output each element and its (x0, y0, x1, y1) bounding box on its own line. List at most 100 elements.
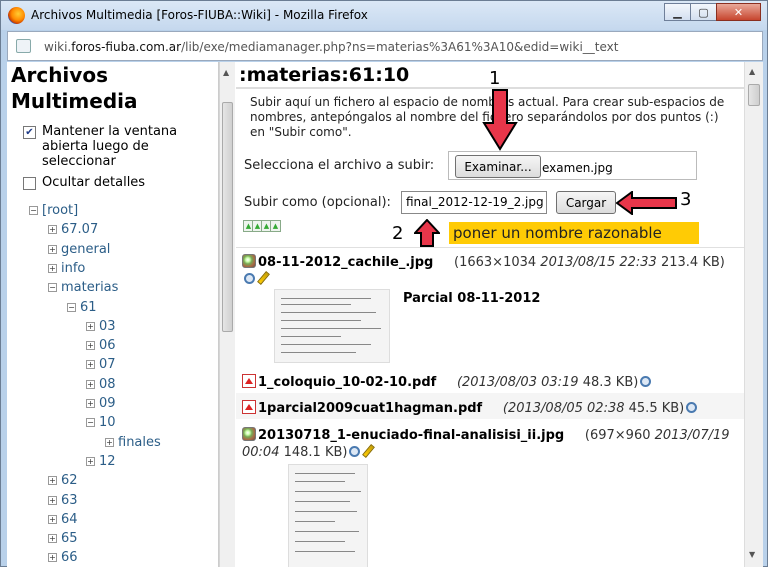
expand-icon[interactable]: + (48, 534, 57, 544)
url-text[interactable]: wiki.foros-fiuba.com.ar/lib/exe/mediaman… (44, 40, 618, 54)
keep-window-checkbox[interactable]: ✔ (23, 126, 36, 139)
tree-node[interactable]: − [root] (29, 203, 78, 218)
tree-node-link[interactable]: 03 (99, 319, 116, 334)
expand-icon[interactable]: + (86, 399, 95, 408)
sidebar-scrollbar[interactable]: ▲ (219, 62, 235, 567)
tree-node[interactable]: +03 (86, 319, 116, 334)
collapse-icon[interactable]: − (48, 283, 57, 293)
tree-node[interactable]: +12 (86, 454, 116, 469)
file-thumbnail[interactable] (274, 289, 390, 363)
tree-node-link[interactable]: 62 (61, 473, 78, 488)
magnifier-icon[interactable] (349, 446, 361, 457)
file-name-link[interactable]: 20130718_1-enuciado-final-analisisi_ii.j… (258, 428, 564, 443)
upload-as-input[interactable]: final_2012-12-19_2.jpg (401, 191, 547, 214)
expand-icon[interactable]: + (86, 360, 95, 370)
tree-node[interactable]: +65 (48, 531, 78, 546)
scrollbar-thumb[interactable] (222, 102, 233, 332)
expand-icon[interactable]: + (48, 495, 57, 505)
tree-node-link[interactable]: 66 (61, 550, 78, 565)
keep-window-label[interactable]: Mantener la ventana abierta luego de sel… (42, 124, 213, 169)
tree-node-link[interactable]: 07 (99, 357, 116, 372)
keep-window-option[interactable]: ✔ Mantener la ventana abierta luego de s… (23, 124, 213, 169)
tree-node-link[interactable]: materias (61, 280, 118, 295)
pencil-icon[interactable] (257, 271, 270, 285)
file-date: (2013/08/03 03:19 (456, 375, 579, 390)
minimize-button[interactable]: ▁ (664, 3, 691, 21)
pencil-icon[interactable] (362, 444, 376, 458)
tree-node-link[interactable]: finales (118, 435, 161, 450)
tree-node-link[interactable]: 67.07 (61, 222, 98, 237)
tree-node[interactable]: −61 (67, 300, 97, 315)
tree-node[interactable]: − materias (48, 280, 118, 295)
tree-node-link[interactable]: [root] (42, 203, 78, 218)
expand-icon[interactable]: + (48, 225, 57, 235)
expand-icon[interactable]: + (48, 263, 57, 273)
image-file-icon (242, 427, 256, 441)
tree-node[interactable]: +62 (48, 473, 78, 488)
expand-icon[interactable]: + (105, 437, 114, 447)
address-bar[interactable]: wiki.foros-fiuba.com.ar/lib/exe/mediaman… (7, 31, 763, 61)
tree-node-link[interactable]: 64 (61, 512, 78, 527)
file-name-link[interactable]: 1parcial2009cuat1hagman.pdf (258, 401, 482, 416)
expand-icon[interactable]: + (48, 514, 57, 524)
expand-icon[interactable]: + (48, 553, 57, 563)
scroll-up-icon[interactable]: ▲ (223, 68, 229, 77)
title-bar: Archivos Multimedia [Foros-FIUBA::Wiki] … (1, 1, 767, 30)
sidebar: Archivos Multimedia ✔ Mantener la ventan… (7, 62, 219, 567)
file-item: 1_coloquio_10-02-10.pdf (2013/08/03 03:1… (242, 374, 732, 391)
tree-node-link[interactable]: 08 (99, 377, 116, 392)
collapse-icon[interactable]: − (86, 418, 95, 428)
hide-details-label[interactable]: Ocultar detalles (42, 175, 145, 190)
hide-details-option[interactable]: Ocultar detalles (23, 175, 213, 190)
tree-node[interactable]: +09 (86, 396, 116, 411)
expand-icon[interactable]: + (48, 476, 57, 486)
tree-node[interactable]: +66 (48, 550, 78, 565)
tree-node[interactable]: +64 (48, 512, 78, 527)
file-thumbnail[interactable] (288, 464, 368, 567)
annotation-arrow-up-icon (414, 219, 440, 247)
magnifier-icon[interactable] (686, 402, 698, 413)
tree-node-link[interactable]: 06 (99, 338, 116, 353)
tree-node-link[interactable]: 61 (80, 300, 97, 315)
browse-button[interactable]: Examinar... (455, 155, 541, 178)
tree-node[interactable]: + info (48, 261, 85, 276)
expand-icon[interactable]: + (86, 321, 95, 331)
annotation-arrow-left-icon (616, 191, 677, 215)
tree-node-link[interactable]: 10 (99, 415, 116, 430)
scroll-up-icon[interactable]: ▲ (749, 67, 755, 76)
collapse-icon[interactable]: − (67, 302, 76, 312)
tree-node[interactable]: +63 (48, 493, 78, 508)
tree-node[interactable]: +06 (86, 338, 116, 353)
tree-node-link[interactable]: 65 (61, 531, 78, 546)
tree-node[interactable]: −10 (86, 415, 116, 430)
hide-details-checkbox[interactable] (23, 177, 36, 190)
magnifier-icon[interactable] (244, 273, 255, 284)
file-name-link[interactable]: 1_coloquio_10-02-10.pdf (258, 375, 436, 390)
expand-icon[interactable]: + (86, 456, 95, 466)
expand-icon[interactable]: + (48, 244, 57, 254)
tree-node-link[interactable]: 63 (61, 493, 78, 508)
tree-node-link[interactable]: 09 (99, 396, 116, 411)
tree-node[interactable]: +67.07 (48, 222, 98, 237)
expand-icon[interactable]: + (86, 379, 95, 389)
tree-node-link[interactable]: 12 (99, 454, 116, 469)
site-identity-icon[interactable] (16, 39, 31, 53)
magnifier-icon[interactable] (640, 376, 652, 387)
scrollbar-thumb[interactable] (748, 84, 760, 106)
main-panel: :materias:61:10 Subir aquí un fichero al… (236, 62, 744, 567)
scroll-down-icon[interactable]: ▼ (749, 550, 755, 559)
tree-node[interactable]: +07 (86, 357, 116, 372)
maximize-button[interactable]: ▢ (690, 3, 717, 21)
close-button[interactable]: ✕ (716, 3, 761, 21)
tree-node[interactable]: + general (48, 242, 110, 257)
collapse-icon[interactable]: − (29, 206, 38, 215)
expand-icon[interactable]: + (86, 341, 95, 351)
tree-node[interactable]: + finales (105, 435, 161, 450)
upload-button[interactable]: Cargar (556, 191, 616, 214)
tree-node[interactable]: +08 (86, 377, 116, 392)
window-controls: ▁ ▢ ✕ (664, 3, 761, 21)
file-name-link[interactable]: 08-11-2012_cachile_.jpg (258, 255, 433, 270)
main-scrollbar[interactable]: ▲ ▼ (744, 62, 763, 567)
tree-node-link[interactable]: general (61, 242, 110, 257)
tree-node-link[interactable]: info (61, 261, 85, 276)
